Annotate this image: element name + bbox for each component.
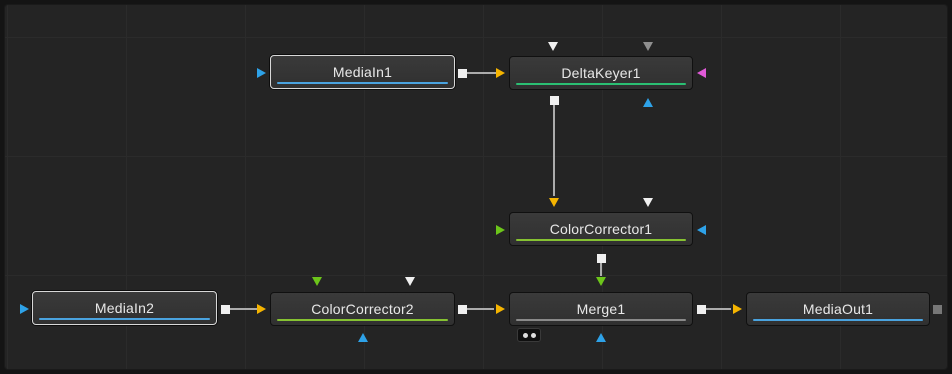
node-label: Merge1 (576, 301, 626, 317)
deltakeyer1-input-port[interactable] (496, 68, 505, 78)
colorcorrector2-output-port[interactable] (458, 305, 467, 314)
mediaout1-input-port[interactable] (733, 304, 742, 314)
colorcorrector1-input-port[interactable] (496, 225, 505, 235)
merge1-options-toggle[interactable] (517, 328, 541, 342)
colorcorrector2-mask-input-port[interactable] (358, 333, 368, 342)
node-color-bar (516, 319, 686, 321)
deltakeyer1-top-input-port-2[interactable] (643, 42, 653, 51)
toggle-dot (531, 333, 536, 338)
deltakeyer1-output-port[interactable] (550, 96, 559, 105)
colorcorrector2-input-port[interactable] (257, 304, 266, 314)
merge1-output-port[interactable] (697, 305, 706, 314)
node-colorcorrector2[interactable]: ColorCorrector2 (270, 292, 455, 326)
deltakeyer1-mask-input-port[interactable] (643, 98, 653, 107)
node-color-bar (753, 319, 923, 321)
node-color-bar (516, 239, 686, 241)
mediain1-output-port[interactable] (458, 69, 467, 78)
colorcorrector1-top-input-port[interactable] (549, 198, 559, 207)
node-label: ColorCorrector2 (311, 301, 414, 317)
node-color-bar (39, 318, 210, 320)
node-mediaout1[interactable]: MediaOut1 (746, 292, 930, 326)
node-merge1[interactable]: Merge1 (509, 292, 693, 326)
toggle-dot (523, 333, 528, 338)
node-mediain1[interactable]: MediaIn1 (270, 55, 455, 89)
node-deltakeyer1[interactable]: DeltaKeyer1 (509, 56, 693, 90)
merge1-mask-input-port[interactable] (596, 333, 606, 342)
node-color-bar (277, 319, 448, 321)
node-label: MediaOut1 (802, 301, 874, 317)
colorcorrector2-top-input-port[interactable] (312, 277, 322, 286)
mediain2-input-port[interactable] (20, 304, 29, 314)
node-label: ColorCorrector1 (549, 221, 653, 237)
colorcorrector1-side-input-port[interactable] (697, 225, 706, 235)
node-label: MediaIn2 (94, 300, 155, 316)
colorcorrector1-top-input-port-2[interactable] (643, 198, 653, 207)
node-mediain2[interactable]: MediaIn2 (32, 291, 217, 325)
deltakeyer1-top-input-port[interactable] (548, 42, 558, 51)
merge1-foreground-input-port[interactable] (596, 277, 606, 286)
mediain1-input-port[interactable] (257, 68, 266, 78)
mediain2-output-port[interactable] (221, 305, 230, 314)
node-colorcorrector1[interactable]: ColorCorrector1 (509, 212, 693, 246)
node-editor[interactable]: MediaIn1 DeltaKeyer1 ColorCorrector1 Med… (0, 0, 952, 374)
node-color-bar (277, 82, 448, 84)
mediaout1-output-port[interactable] (933, 305, 942, 314)
node-color-bar (516, 83, 686, 85)
colorcorrector1-output-port[interactable] (597, 254, 606, 263)
node-label: MediaIn1 (332, 64, 393, 80)
deltakeyer1-side-input-port[interactable] (697, 68, 706, 78)
colorcorrector2-top-input-port-2[interactable] (405, 277, 415, 286)
node-label: DeltaKeyer1 (561, 65, 641, 81)
merge1-background-input-port[interactable] (496, 304, 505, 314)
